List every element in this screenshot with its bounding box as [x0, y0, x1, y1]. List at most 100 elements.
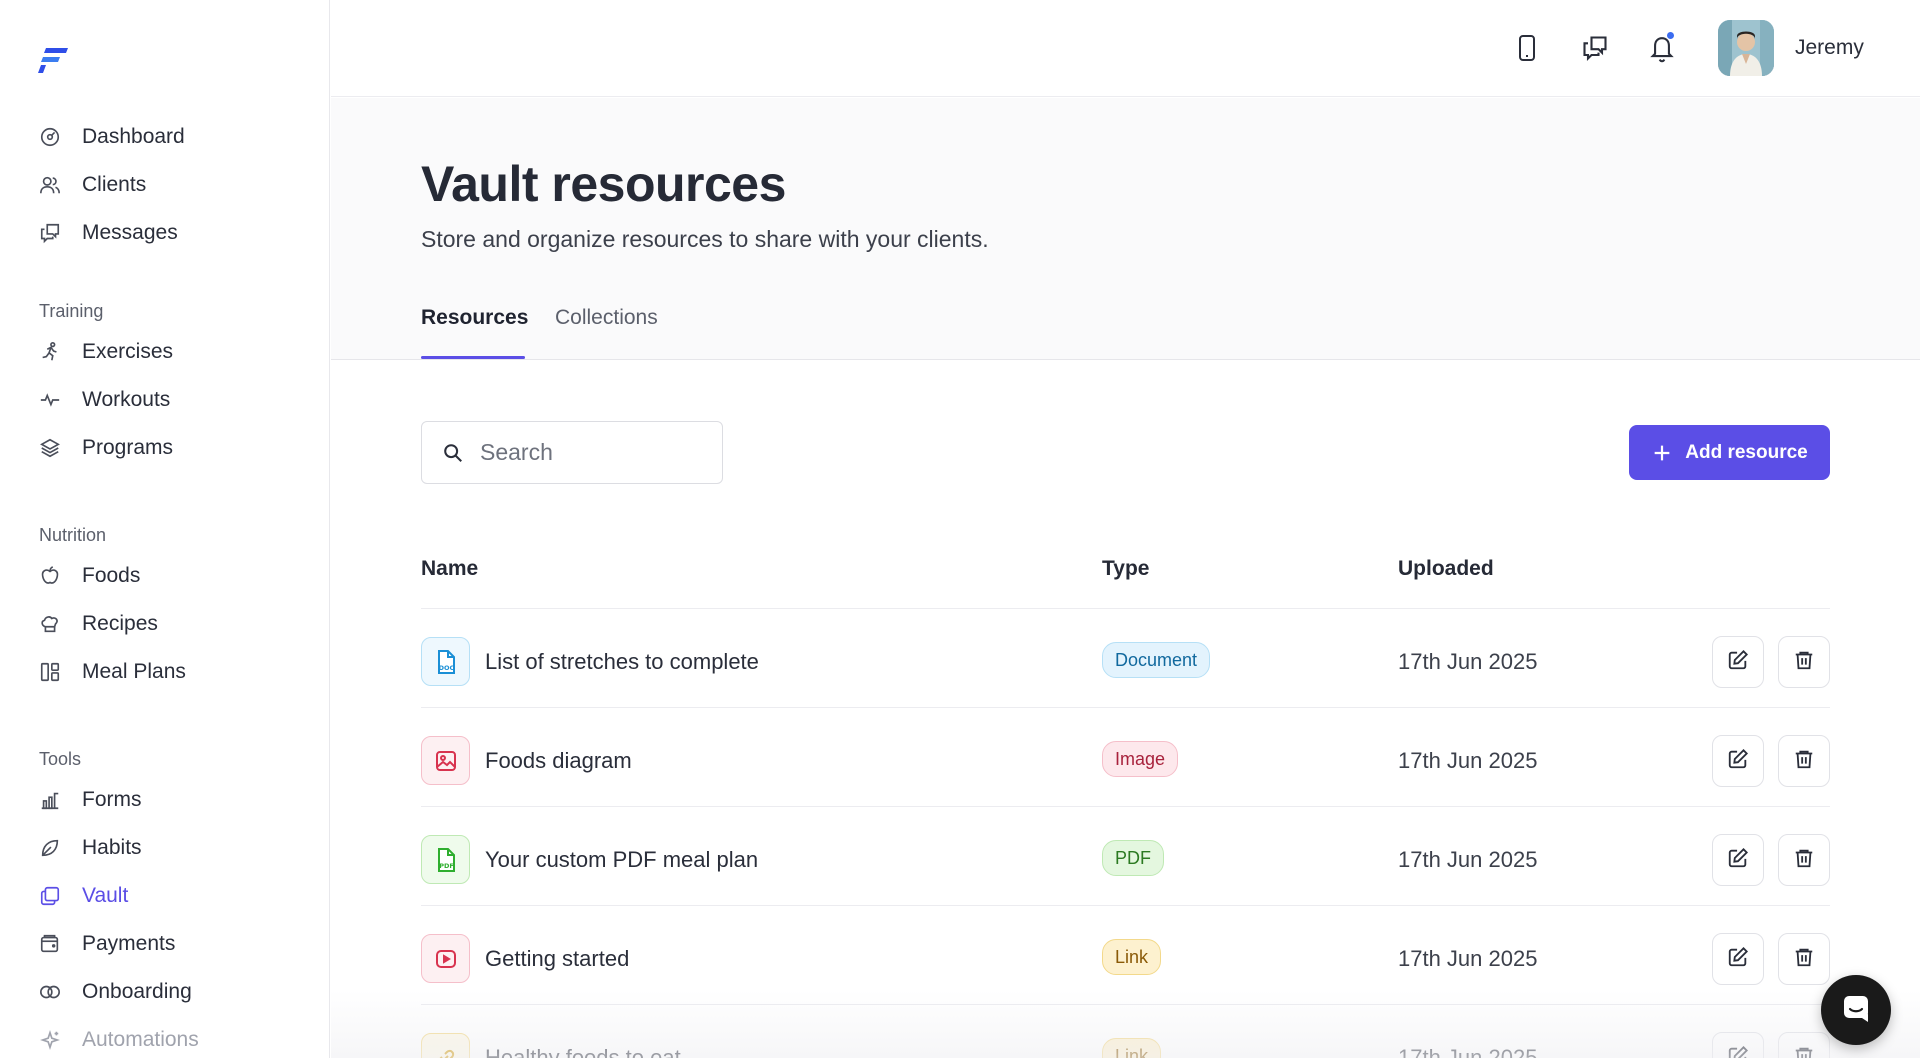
sidebar-item-label: Automations — [82, 1028, 199, 1051]
edit-button[interactable] — [1712, 933, 1764, 985]
pdf-icon: PDF — [421, 835, 470, 884]
trash-icon — [1793, 946, 1815, 973]
edit-button[interactable] — [1712, 735, 1764, 787]
search-box[interactable] — [421, 421, 723, 484]
resource-name[interactable]: List of stretches to complete — [485, 649, 759, 675]
edit-icon — [1727, 748, 1749, 775]
edit-button[interactable] — [1712, 834, 1764, 886]
running-icon — [38, 340, 62, 364]
messages-icon[interactable] — [1577, 30, 1613, 66]
sidebar-item-habits[interactable]: Habits — [0, 824, 329, 872]
forms-icon — [38, 788, 62, 812]
edit-icon — [1727, 946, 1749, 973]
delete-button[interactable] — [1778, 735, 1830, 787]
tab-resources[interactable]: Resources — [421, 306, 528, 330]
active-tab-indicator — [421, 356, 525, 359]
sidebar-item-workouts[interactable]: Workouts — [0, 376, 329, 424]
image-icon — [421, 736, 470, 785]
edit-icon — [1727, 1045, 1749, 1058]
type-badge: Link — [1102, 1038, 1162, 1058]
search-icon — [442, 441, 466, 465]
sidebar-item-label: Programs — [82, 436, 174, 459]
column-header-uploaded[interactable]: Uploaded — [1398, 557, 1494, 581]
chat-launcher-button[interactable] — [1821, 975, 1891, 1045]
uploaded-date: 17th Jun 2025 — [1398, 847, 1538, 872]
trash-icon — [1793, 748, 1815, 775]
sidebar-training-group: Training Exercises Workouts Programs — [0, 294, 329, 472]
sidebar-item-clients[interactable]: Clients — [0, 161, 329, 209]
table-row[interactable]: Getting started Link 17th Jun 2025 — [421, 905, 1830, 1004]
delete-button[interactable] — [1778, 933, 1830, 985]
resource-name[interactable]: Getting started — [485, 946, 629, 972]
resource-name[interactable]: Your custom PDF meal plan — [485, 847, 758, 873]
top-bar — [331, 0, 1920, 97]
sidebar-item-programs[interactable]: Programs — [0, 424, 329, 472]
wallet-icon — [38, 932, 62, 956]
sidebar-nutrition-group: Nutrition Foods Recipes Meal Plans — [0, 518, 329, 696]
sidebar-tools-group: Tools Forms Habits Vault Payments Onboar… — [0, 742, 329, 1058]
layers-icon — [38, 436, 62, 460]
sidebar-item-foods[interactable]: Foods — [0, 552, 329, 600]
trash-icon — [1793, 1045, 1815, 1058]
avatar[interactable] — [1718, 20, 1774, 76]
sidebar-item-payments[interactable]: Payments — [0, 920, 329, 968]
resource-name[interactable]: Healthy foods to eat — [485, 1045, 681, 1058]
delete-button[interactable] — [1778, 834, 1830, 886]
users-icon — [38, 173, 62, 197]
sidebar-item-label: Payments — [82, 932, 176, 955]
phone-icon[interactable] — [1509, 30, 1545, 66]
trash-icon — [1793, 847, 1815, 874]
video-icon — [421, 934, 470, 983]
sidebar-item-vault[interactable]: Vault — [0, 872, 329, 920]
table-row[interactable]: Healthy foods to eat Link 17th Jun 2025 — [421, 1004, 1830, 1058]
type-badge: Document — [1102, 642, 1211, 678]
sidebar: Dashboard Clients Messages Training Exer… — [0, 0, 330, 1058]
delete-button[interactable] — [1778, 636, 1830, 688]
sidebar-heading-tools: Tools — [39, 749, 82, 769]
edit-button[interactable] — [1712, 636, 1764, 688]
bell-icon[interactable] — [1644, 30, 1680, 66]
type-badge: Image — [1102, 741, 1179, 777]
uploaded-date: 17th Jun 2025 — [1398, 649, 1538, 674]
sidebar-item-label: Recipes — [82, 612, 158, 635]
uploaded-date: 17th Jun 2025 — [1398, 748, 1538, 773]
app-logo[interactable] — [38, 44, 70, 74]
sidebar-item-exercises[interactable]: Exercises — [0, 328, 329, 376]
leaf-icon — [38, 836, 62, 860]
sidebar-item-label: Habits — [82, 836, 142, 859]
delete-button[interactable] — [1778, 1032, 1830, 1058]
table-row[interactable]: DOC List of stretches to complete Docume… — [421, 608, 1830, 707]
messages-icon — [38, 221, 62, 245]
vault-icon — [38, 884, 62, 908]
sidebar-item-label: Workouts — [82, 388, 171, 411]
meal-plan-icon — [38, 660, 62, 684]
dashboard-icon — [38, 125, 62, 149]
column-header-type[interactable]: Type — [1102, 557, 1149, 581]
sidebar-item-onboarding[interactable]: Onboarding — [0, 968, 329, 1016]
pulse-icon — [38, 388, 62, 412]
user-name[interactable]: Jeremy — [1795, 36, 1864, 60]
plus-icon — [1651, 442, 1673, 464]
column-header-name[interactable]: Name — [421, 557, 478, 581]
sidebar-item-label: Vault — [82, 884, 129, 907]
sidebar-item-label: Meal Plans — [82, 660, 186, 683]
svg-text:PDF: PDF — [439, 862, 454, 870]
tab-collections[interactable]: Collections — [555, 306, 658, 330]
sidebar-item-forms[interactable]: Forms — [0, 776, 329, 824]
uploaded-date: 17th Jun 2025 — [1398, 946, 1538, 971]
edit-icon — [1727, 847, 1749, 874]
table-row[interactable]: Foods diagram Image 17th Jun 2025 — [421, 707, 1830, 806]
sidebar-item-recipes[interactable]: Recipes — [0, 600, 329, 648]
resource-name[interactable]: Foods diagram — [485, 748, 632, 774]
apple-icon — [38, 564, 62, 588]
doc-icon: DOC — [421, 637, 470, 686]
sidebar-item-meal-plans[interactable]: Meal Plans — [0, 648, 329, 696]
add-resource-button[interactable]: Add resource — [1629, 425, 1830, 480]
sidebar-item-dashboard[interactable]: Dashboard — [0, 113, 329, 161]
table-row[interactable]: PDF Your custom PDF meal plan PDF 17th J… — [421, 806, 1830, 905]
sidebar-item-automations[interactable]: Automations — [0, 1016, 329, 1058]
search-input[interactable] — [480, 439, 710, 466]
sidebar-item-messages[interactable]: Messages — [0, 209, 329, 257]
page-title: Vault resources — [421, 156, 786, 212]
edit-button[interactable] — [1712, 1032, 1764, 1058]
